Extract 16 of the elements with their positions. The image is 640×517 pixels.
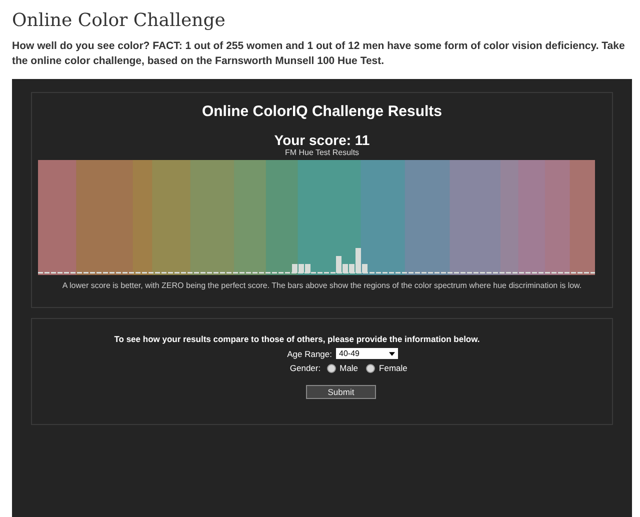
radio-label: Male <box>340 363 358 373</box>
radio-label: Female <box>379 363 408 373</box>
caret-icon <box>389 352 395 356</box>
radio-button[interactable] <box>366 364 376 372</box>
radio-button[interactable] <box>326 364 336 372</box>
intro-text: How well do you see color? FACT: 1 out of 255 women and 1 out of 12 men have some form of color vision deficiency. Take the online color challenge, based on the Farnsworth Munsell 100 Hue Test. <box>12 39 626 69</box>
chart-caption: FM Hue Test Results <box>284 148 360 157</box>
age-label: Age Range: <box>286 348 332 358</box>
results-note: A lower score is better, with ZERO being the perfect score. The bars above show the regions of the color spectrum where hue discrimination is low. <box>61 281 583 290</box>
page-title: Online Color Challenge <box>11 9 226 31</box>
info-prompt: To see how your results compare to those of others, please provide the information below. <box>114 334 480 344</box>
age-select[interactable]: 40-49 <box>336 348 398 359</box>
score-text: Your score: 11 <box>273 132 371 148</box>
gender-label: Gender: <box>288 363 321 373</box>
results-title: Online ColorIQ Challenge Results <box>200 103 444 120</box>
submit-button[interactable]: Submit <box>306 385 376 399</box>
